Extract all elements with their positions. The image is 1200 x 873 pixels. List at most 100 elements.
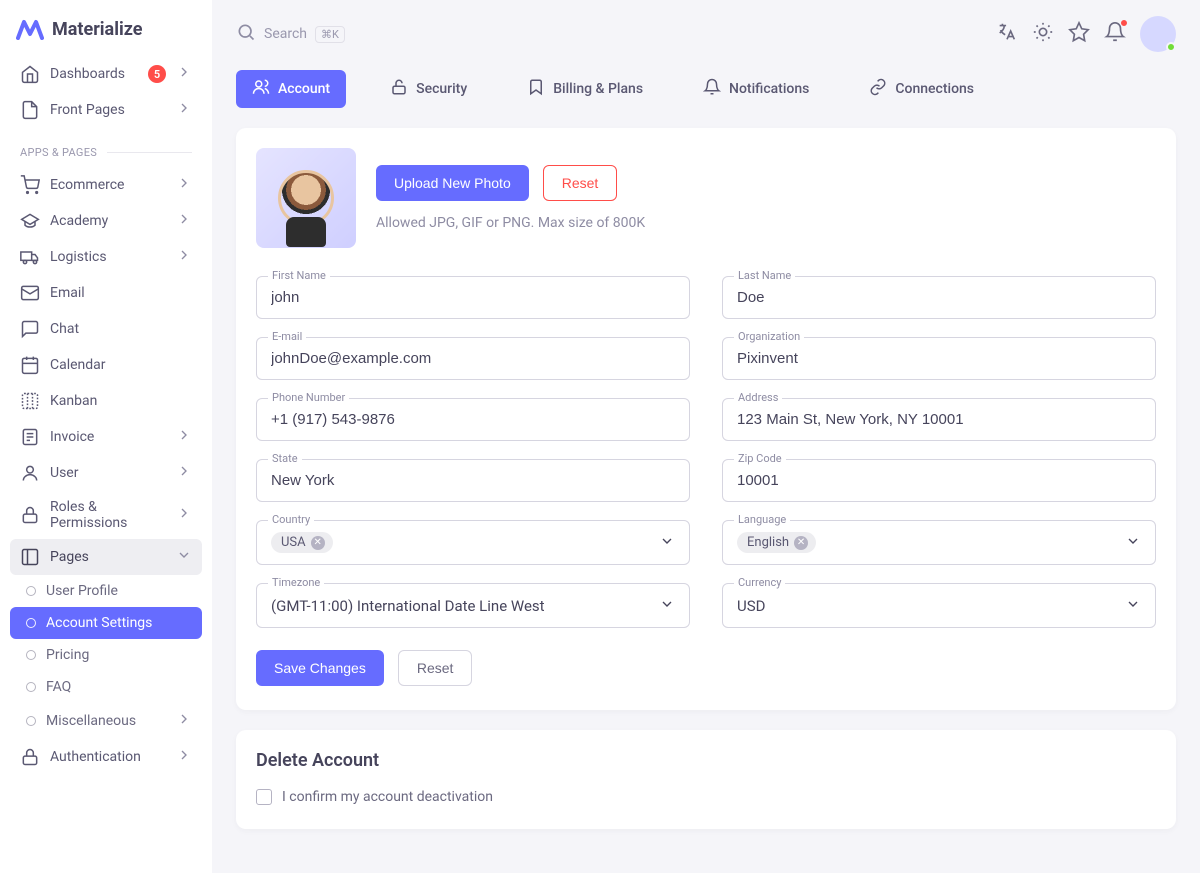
- lock-open-icon: [390, 78, 408, 100]
- lastName-input[interactable]: [722, 276, 1156, 319]
- chevron-right-icon: [176, 505, 192, 525]
- chevron-right-icon: [176, 427, 192, 447]
- sidebar-item-academy[interactable]: Academy: [10, 203, 202, 239]
- sidebar-item-label: Dashboards: [50, 66, 138, 82]
- language-select[interactable]: English✕: [722, 520, 1156, 565]
- chevron-down-icon: [659, 533, 675, 553]
- address-input[interactable]: [722, 398, 1156, 441]
- sidebar-item-label: Roles & Permissions: [50, 499, 166, 531]
- sidebar-item-chat[interactable]: Chat: [10, 311, 202, 347]
- search[interactable]: Search ⌘K: [236, 22, 345, 46]
- email-input[interactable]: [256, 337, 690, 380]
- sidebar-sub-pricing[interactable]: Pricing: [10, 639, 202, 671]
- home-icon: [20, 64, 40, 84]
- tab-label: Notifications: [729, 81, 809, 97]
- sidebar-sub-label: Miscellaneous: [46, 713, 166, 729]
- sidebar-item-calendar[interactable]: Calendar: [10, 347, 202, 383]
- file-icon: [20, 100, 40, 120]
- sidebar-sub-miscellaneous[interactable]: Miscellaneous: [10, 703, 202, 739]
- tab-notifications[interactable]: Notifications: [687, 70, 825, 108]
- sidebar-item-roles-permissions[interactable]: Roles & Permissions: [10, 491, 202, 539]
- zip-input[interactable]: [722, 459, 1156, 502]
- truck-icon: [20, 247, 40, 267]
- tab-account[interactable]: Account: [236, 70, 346, 108]
- settings-tabs: Account Security Billing & Plans Notificati…: [236, 70, 1176, 108]
- sidebar-item-front-pages[interactable]: Front Pages: [10, 92, 202, 128]
- zip-label: Zip Code: [734, 452, 786, 465]
- sidebar-item-dashboards[interactable]: Dashboards 5: [10, 56, 202, 92]
- currency-select[interactable]: USD: [722, 583, 1156, 628]
- sidebar-collapse-icon[interactable]: [178, 18, 196, 40]
- sidebar-item-user[interactable]: User: [10, 455, 202, 491]
- sidebar-item-label: Calendar: [50, 357, 192, 373]
- chevron-right-icon: [176, 175, 192, 195]
- sidebar-sub-label: User Profile: [46, 583, 192, 599]
- reset-photo-button[interactable]: Reset: [543, 165, 618, 201]
- sidebar-item-label: Email: [50, 285, 192, 301]
- language-label: Language: [734, 513, 790, 526]
- chevron-down-icon: [176, 547, 192, 567]
- tab-billing-plans[interactable]: Billing & Plans: [511, 70, 659, 108]
- brand-logo-icon: [16, 18, 44, 40]
- sidebar-item-pages[interactable]: Pages: [10, 539, 202, 575]
- sidebar-item-label: User: [50, 465, 166, 481]
- invoice-icon: [20, 427, 40, 447]
- theme-icon[interactable]: [1032, 21, 1054, 47]
- chevron-down-icon: [659, 596, 675, 616]
- phone-label: Phone Number: [268, 391, 349, 404]
- sidebar-sub-faq[interactable]: FAQ: [10, 671, 202, 703]
- timezone-label: Timezone: [268, 576, 324, 589]
- topbar: Search ⌘K: [236, 12, 1176, 70]
- bell-icon[interactable]: [1104, 21, 1126, 47]
- cart-icon: [20, 175, 40, 195]
- tab-security[interactable]: Security: [374, 70, 483, 108]
- tab-connections[interactable]: Connections: [853, 70, 990, 108]
- search-icon: [236, 22, 256, 46]
- language-icon[interactable]: [996, 21, 1018, 47]
- user-icon: [20, 463, 40, 483]
- language-field: Language English✕: [722, 520, 1156, 565]
- sidebar-item-kanban[interactable]: Kanban: [10, 383, 202, 419]
- sidebar-item-logistics[interactable]: Logistics: [10, 239, 202, 275]
- sidebar-item-label: Pages: [50, 549, 166, 565]
- brand-name: Materialize: [52, 19, 142, 40]
- country-field: Country USA✕: [256, 520, 690, 565]
- state-input[interactable]: [256, 459, 690, 502]
- sidebar-item-invoice[interactable]: Invoice: [10, 419, 202, 455]
- confirm-deactivation-checkbox[interactable]: [256, 789, 272, 805]
- calendar-icon: [20, 355, 40, 375]
- chip-remove-icon[interactable]: ✕: [794, 536, 808, 550]
- phone-input[interactable]: [256, 398, 690, 441]
- sidebar-item-email[interactable]: Email: [10, 275, 202, 311]
- currency-label: Currency: [734, 576, 785, 589]
- bell-icon: [703, 78, 721, 100]
- upload-photo-button[interactable]: Upload New Photo: [376, 165, 529, 201]
- chevron-right-icon: [176, 64, 192, 84]
- academy-icon: [20, 211, 40, 231]
- chat-icon: [20, 319, 40, 339]
- online-status-dot: [1166, 42, 1176, 52]
- sidebar-item-label: Chat: [50, 321, 192, 337]
- sidebar-item-ecommerce[interactable]: Ecommerce: [10, 167, 202, 203]
- reset-form-button[interactable]: Reset: [398, 650, 473, 686]
- sidebar-item-label: Academy: [50, 213, 166, 229]
- chip-remove-icon[interactable]: ✕: [311, 536, 325, 550]
- user-avatar[interactable]: [1140, 16, 1176, 52]
- firstName-input[interactable]: [256, 276, 690, 319]
- country-select[interactable]: USA✕: [256, 520, 690, 565]
- lock-icon: [20, 747, 40, 767]
- sidebar-item-authentication[interactable]: Authentication: [10, 739, 202, 775]
- sidebar-sub-label: Pricing: [46, 647, 192, 663]
- timezone-select[interactable]: (GMT-11:00) International Date Line West: [256, 583, 690, 628]
- save-button[interactable]: Save Changes: [256, 650, 384, 686]
- sidebar-sub-user-profile[interactable]: User Profile: [10, 575, 202, 607]
- search-shortcut: ⌘K: [315, 26, 345, 43]
- sidebar-sub-account-settings[interactable]: Account Settings: [10, 607, 202, 639]
- organization-input[interactable]: [722, 337, 1156, 380]
- currency-field: Currency USD: [722, 583, 1156, 628]
- tab-label: Security: [416, 81, 467, 97]
- chevron-right-icon: [176, 100, 192, 120]
- phone-field: Phone Number: [256, 398, 690, 441]
- main-content: Search ⌘K Account Security Billing & Plans…: [212, 0, 1200, 873]
- star-icon[interactable]: [1068, 21, 1090, 47]
